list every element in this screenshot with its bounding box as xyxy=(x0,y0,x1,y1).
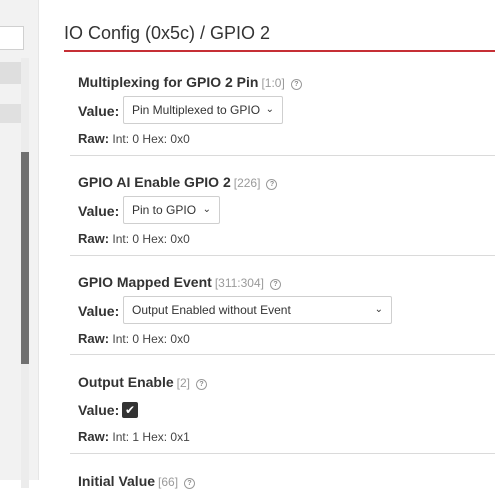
select-value: Pin Multiplexed to GPIO xyxy=(132,103,261,117)
chevron-down-icon: ⌄ xyxy=(265,104,274,115)
value-label: Value: xyxy=(78,402,120,418)
field-bit-range: [1:0] xyxy=(261,76,285,90)
sidebar-item[interactable] xyxy=(0,104,21,123)
help-icon[interactable]: ? xyxy=(266,179,278,190)
select-value: Pin to GPIO xyxy=(132,203,197,217)
field-section-output-enable: Output Enable [2]? Value: ✔ Raw: Int: 1 H… xyxy=(70,355,495,454)
chevron-down-icon: ⌄ xyxy=(202,204,211,215)
field-bit-range: [311:304] xyxy=(214,276,264,290)
field-title: GPIO AI Enable GPIO 2 [226]? xyxy=(78,174,278,190)
field-bit-range: [2] xyxy=(176,376,191,390)
page-header: IO Config (0x5c) / GPIO 2 xyxy=(64,22,495,52)
raw-value: Raw: Int: 0 Hex: 0x0 xyxy=(78,231,190,246)
page-title: IO Config (0x5c) / GPIO 2 xyxy=(64,23,271,43)
help-icon[interactable]: ? xyxy=(269,279,281,290)
raw-label: Raw: xyxy=(78,231,110,246)
raw-text: Int: 1 Hex: 0x1 xyxy=(112,430,190,444)
raw-value: Raw: Int: 0 Hex: 0x0 xyxy=(78,331,190,346)
sidebar xyxy=(0,0,39,488)
field-section-multiplexing: Multiplexing for GPIO 2 Pin [1:0]? Value:… xyxy=(70,58,495,156)
chevron-down-icon: ⌄ xyxy=(374,304,383,315)
sidebar-search-input[interactable] xyxy=(0,26,24,50)
sidebar-scrollbar-thumb[interactable] xyxy=(21,152,29,364)
raw-label: Raw: xyxy=(78,131,110,146)
select-value: Output Enabled without Event xyxy=(132,303,291,317)
field-name: Output Enable xyxy=(78,374,174,390)
check-icon: ✔ xyxy=(124,403,136,417)
raw-value: Raw: Int: 0 Hex: 0x0 xyxy=(78,131,190,146)
value-label: Value: xyxy=(78,303,120,319)
field-name: GPIO Mapped Event xyxy=(78,274,212,290)
sidebar-item[interactable] xyxy=(0,62,21,84)
raw-text: Int: 0 Hex: 0x0 xyxy=(112,132,190,146)
value-label: Value: xyxy=(78,103,120,119)
field-section-gpio-mapped-event: GPIO Mapped Event [311:304]? Value: Outpu… xyxy=(70,256,495,355)
value-label: Value: xyxy=(78,203,120,219)
raw-text: Int: 0 Hex: 0x0 xyxy=(112,232,190,246)
output-enable-checkbox[interactable]: ✔ xyxy=(122,402,138,418)
gpio-mapped-event-select[interactable]: Output Enabled without Event ⌄ xyxy=(123,296,392,324)
help-icon[interactable]: ? xyxy=(290,79,302,90)
field-bit-range: [226] xyxy=(233,176,261,190)
field-name: GPIO AI Enable GPIO 2 xyxy=(78,174,231,190)
field-name: Initial Value xyxy=(78,473,156,489)
gpio-ai-enable-select[interactable]: Pin to GPIO ⌄ xyxy=(123,196,220,224)
raw-value: Raw: Int: 1 Hex: 0x1 xyxy=(78,429,190,444)
field-name: Multiplexing for GPIO 2 Pin xyxy=(78,74,259,90)
field-title: Multiplexing for GPIO 2 Pin [1:0]? xyxy=(78,74,302,90)
help-icon[interactable]: ? xyxy=(196,379,208,390)
field-section-initial-value: Initial Value [66]? xyxy=(70,454,495,494)
raw-text: Int: 0 Hex: 0x0 xyxy=(112,332,190,346)
field-title: GPIO Mapped Event [311:304]? xyxy=(78,274,281,290)
field-title: Output Enable [2]? xyxy=(78,374,208,390)
field-bit-range: [66] xyxy=(158,475,179,489)
raw-label: Raw: xyxy=(78,331,110,346)
field-title: Initial Value [66]? xyxy=(78,473,196,489)
raw-label: Raw: xyxy=(78,429,110,444)
field-section-gpio-ai-enable: GPIO AI Enable GPIO 2 [226]? Value: Pin t… xyxy=(70,156,495,256)
multiplexing-select[interactable]: Pin Multiplexed to GPIO ⌄ xyxy=(123,96,283,124)
